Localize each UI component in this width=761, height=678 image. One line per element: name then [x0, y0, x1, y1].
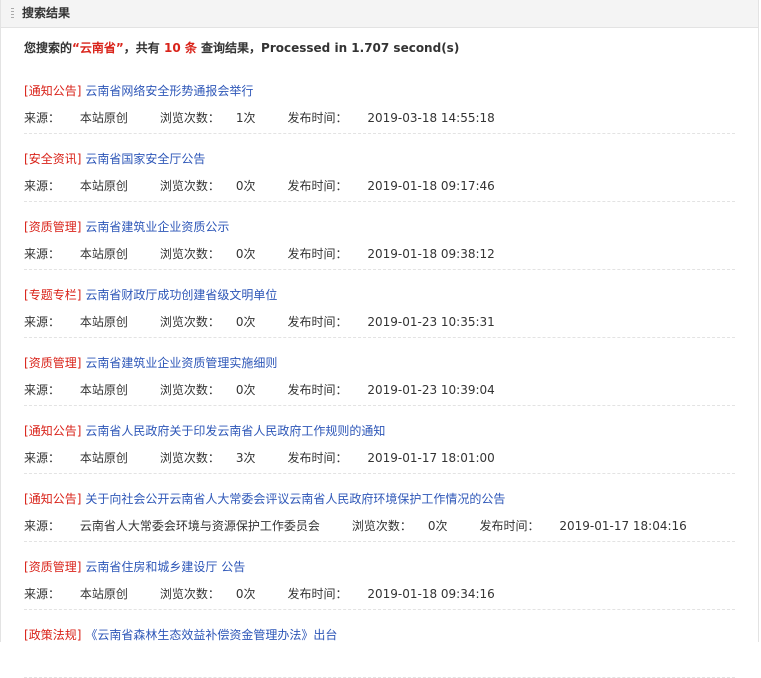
result-published: 发布时间： 2019-01-17 18:04:16 [479, 519, 687, 533]
panel-title: 搜索结果 [22, 6, 71, 20]
result-source: 来源： 本站原创 [24, 179, 128, 193]
result-title-row: [通知公告] 云南省人民政府关于印发云南省人民政府工作规则的通知 [24, 406, 735, 442]
result-category[interactable]: [专题专栏] [24, 288, 81, 302]
panel-header: 搜索结果 [1, 0, 758, 28]
result-item: [专题专栏] 云南省财政厅成功创建省级文明单位来源： 本站原创 浏览次数： 0次 发布时… [24, 270, 735, 338]
result-source: 来源： 本站原创 [24, 587, 128, 601]
grip-icon [11, 7, 14, 20]
summary-suffix: 查询结果，Processed in 1.707 second(s) [196, 41, 460, 55]
result-meta: 来源： 本站原创 浏览次数： 0次 发布时间： 2019-01-18 09:34:16 [24, 582, 735, 606]
result-title-row: [政策法规] 《云南省森林生态效益补偿资金管理办法》出台 [24, 610, 735, 646]
result-published: 发布时间： 2019-01-18 09:38:12 [287, 247, 495, 261]
search-keyword: “云南省” [72, 41, 124, 55]
result-title-link[interactable]: 云南省建筑业企业资质管理实施细则 [85, 356, 277, 370]
result-views: 浏览次数： 0次 [159, 179, 256, 193]
result-published: 发布时间： 2019-01-18 09:17:46 [287, 179, 495, 193]
result-category[interactable]: [资质管理] [24, 560, 81, 574]
result-title-link[interactable]: 云南省建筑业企业资质公示 [85, 220, 229, 234]
result-published: 发布时间： 2019-01-17 18:01:00 [287, 451, 495, 465]
result-title-link[interactable]: 云南省住房和城乡建设厅 公告 [85, 560, 245, 574]
result-category[interactable]: [资质管理] [24, 220, 81, 234]
result-title-link[interactable]: 关于向社会公开云南省人大常委会评议云南省人民政府环境保护工作情况的公告 [85, 492, 505, 506]
summary-mid: ，共有 [123, 41, 164, 55]
result-item: [政策法规] 《云南省森林生态效益补偿资金管理办法》出台 [24, 610, 735, 678]
result-title-link[interactable]: 云南省国家安全厅公告 [85, 152, 205, 166]
result-title-row: [通知公告] 关于向社会公开云南省人大常委会评议云南省人民政府环境保护工作情况的公… [24, 474, 735, 510]
result-meta: 来源： 本站原创 浏览次数： 0次 发布时间： 2019-01-23 10:35:31 [24, 310, 735, 334]
result-meta: 来源： 本站原创 浏览次数： 0次 发布时间： 2019-01-18 09:38:12 [24, 242, 735, 266]
result-views: 浏览次数： 0次 [159, 315, 256, 329]
result-title-link[interactable]: 云南省网络安全形势通报会举行 [85, 84, 253, 98]
result-published: 发布时间： 2019-03-18 14:55:18 [287, 111, 495, 125]
result-category[interactable]: [通知公告] [24, 424, 81, 438]
result-item: [资质管理] 云南省建筑业企业资质公示来源： 本站原创 浏览次数： 0次 发布时间： 2… [24, 202, 735, 270]
results-list: [通知公告] 云南省网络安全形势通报会举行 来源： 本站原创 浏览次数： 1次 发布时间：… [1, 66, 758, 678]
result-title-row: [资质管理] 云南省住房和城乡建设厅 公告 [24, 542, 735, 578]
result-title-row: [安全资讯] 云南省国家安全厅公告 [24, 134, 735, 170]
result-published: 发布时间： 2019-01-18 09:34:16 [287, 587, 495, 601]
result-category[interactable]: [资质管理] [24, 356, 81, 370]
result-source: 来源： 本站原创 [24, 383, 128, 397]
result-category[interactable]: [通知公告] [24, 84, 81, 98]
result-title-link[interactable]: 《云南省森林生态效益补偿资金管理办法》出台 [85, 628, 337, 642]
result-category[interactable]: [安全资讯] [24, 152, 81, 166]
search-summary: 您搜索的“云南省”，共有 10 条 查询结果，Processed in 1.70… [1, 28, 758, 66]
result-title-row: [资质管理] 云南省建筑业企业资质公示 [24, 202, 735, 238]
result-item: [通知公告] 关于向社会公开云南省人大常委会评议云南省人民政府环境保护工作情况的公… [24, 474, 735, 542]
result-views: 浏览次数： 1次 [159, 111, 256, 125]
result-item: [资质管理] 云南省住房和城乡建设厅 公告来源： 本站原创 浏览次数： 0次 发布时间：… [24, 542, 735, 610]
result-category[interactable]: [政策法规] [24, 628, 81, 642]
result-item: [通知公告] 云南省网络安全形势通报会举行来源： 本站原创 浏览次数： 1次 发布时间：… [24, 66, 735, 134]
result-views: 浏览次数： 0次 [351, 519, 448, 533]
result-meta: 来源： 云南省人大常委会环境与资源保护工作委员会 浏览次数： 0次 发布时间： 201… [24, 514, 735, 538]
result-views: 浏览次数： 0次 [159, 587, 256, 601]
result-item: [资质管理] 云南省建筑业企业资质管理实施细则来源： 本站原创 浏览次数： 0次 发布时… [24, 338, 735, 406]
result-source: 来源： 本站原创 [24, 315, 128, 329]
result-source: 来源： 云南省人大常委会环境与资源保护工作委员会 [24, 519, 320, 533]
result-title-link[interactable]: 云南省人民政府关于印发云南省人民政府工作规则的通知 [85, 424, 385, 438]
result-count: 10 条 [163, 41, 197, 55]
result-views: 浏览次数： 0次 [159, 247, 256, 261]
result-published: 发布时间： 2019-01-23 10:35:31 [287, 315, 495, 329]
result-item: [安全资讯] 云南省国家安全厅公告来源： 本站原创 浏览次数： 0次 发布时间： 201… [24, 134, 735, 202]
result-views: 浏览次数： 3次 [159, 451, 256, 465]
result-meta: 来源： 本站原创 浏览次数： 1次 发布时间： 2019-03-18 14:55:18 [24, 106, 735, 130]
result-source: 来源： 本站原创 [24, 247, 128, 261]
result-meta: 来源： 本站原创 浏览次数： 0次 发布时间： 2019-01-23 10:39:04 [24, 378, 735, 402]
search-results-panel: 搜索结果 您搜索的“云南省”，共有 10 条 查询结果，Processed in… [0, 0, 759, 678]
result-meta: 来源： 本站原创 浏览次数： 0次 发布时间： 2019-01-18 09:17:46 [24, 174, 735, 198]
result-title-row: [资质管理] 云南省建筑业企业资质管理实施细则 [24, 338, 735, 374]
result-title-row: [通知公告] 云南省网络安全形势通报会举行 [24, 66, 735, 102]
result-published: 发布时间： 2019-01-23 10:39:04 [287, 383, 495, 397]
result-views: 浏览次数： 0次 [159, 383, 256, 397]
result-source: 来源： 本站原创 [24, 451, 128, 465]
result-item: [通知公告] 云南省人民政府关于印发云南省人民政府工作规则的通知来源： 本站原创 浏… [24, 406, 735, 474]
result-title-link[interactable]: 云南省财政厅成功创建省级文明单位 [85, 288, 277, 302]
result-source: 来源： 本站原创 [24, 111, 128, 125]
result-title-row: [专题专栏] 云南省财政厅成功创建省级文明单位 [24, 270, 735, 306]
result-category[interactable]: [通知公告] [24, 492, 81, 506]
summary-prefix: 您搜索的 [24, 41, 73, 55]
result-meta: 来源： 本站原创 浏览次数： 3次 发布时间： 2019-01-17 18:01:00 [24, 446, 735, 470]
